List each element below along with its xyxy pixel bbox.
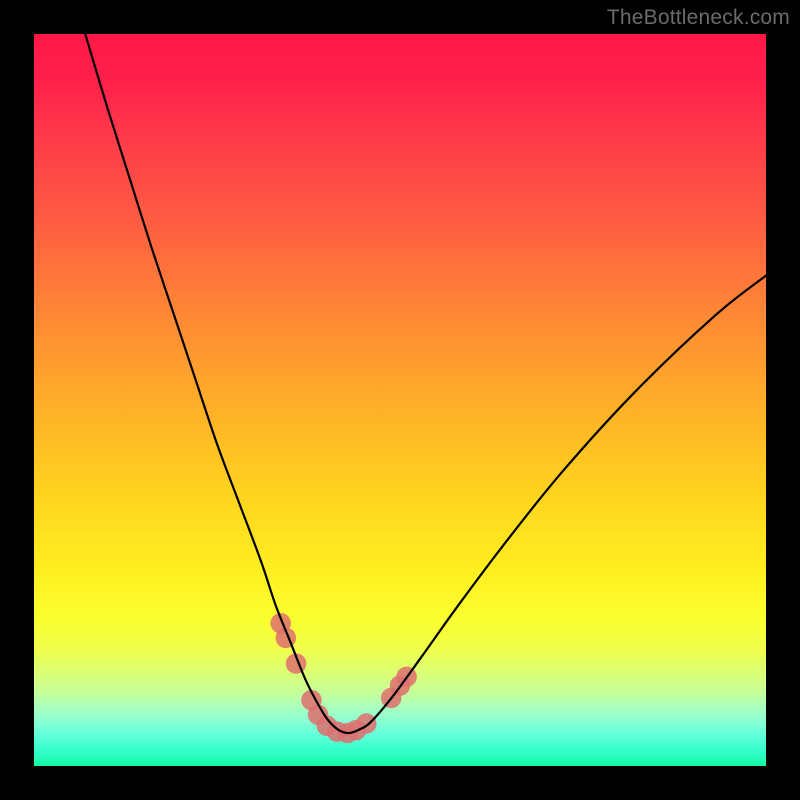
bottleneck-curve: [85, 34, 766, 733]
chart-svg: [34, 34, 766, 766]
watermark-text: TheBottleneck.com: [607, 6, 790, 30]
threshold-markers: [270, 613, 416, 743]
chart-frame: TheBottleneck.com: [0, 0, 800, 800]
plot-area: [34, 34, 766, 766]
